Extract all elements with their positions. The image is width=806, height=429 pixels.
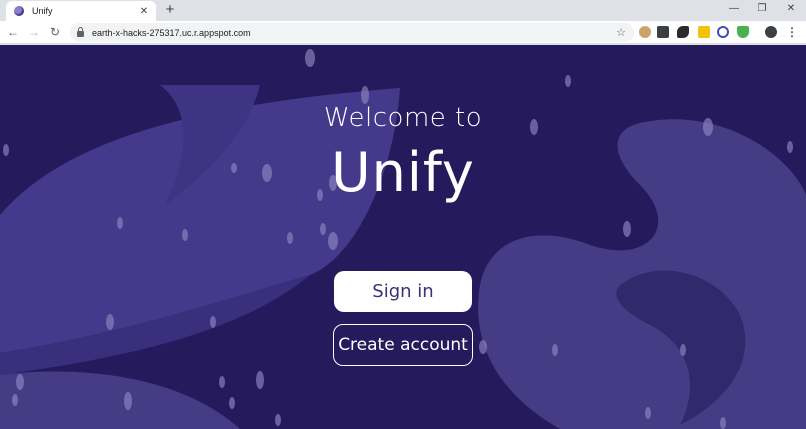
- block-icon[interactable]: [717, 26, 729, 38]
- sign-in-button[interactable]: Sign in: [334, 271, 472, 312]
- page-viewport: Welcome to Unify Sign in Create account: [0, 45, 806, 429]
- close-tab-icon[interactable]: ✕: [138, 6, 150, 17]
- bird-icon[interactable]: [677, 26, 689, 38]
- browser-tab[interactable]: Unify ✕: [6, 1, 156, 21]
- create-account-button[interactable]: Create account: [333, 324, 473, 366]
- welcome-heading: Welcome to: [323, 103, 483, 133]
- tab-strip: Unify ✕ + — ❐ ✕: [0, 0, 806, 21]
- profile-avatar[interactable]: [765, 26, 777, 38]
- bookmark-star-icon[interactable]: ☆: [616, 26, 626, 39]
- pocket-icon[interactable]: [657, 26, 669, 38]
- browser-menu-icon[interactable]: ⋮: [786, 24, 798, 40]
- shield-icon[interactable]: [737, 26, 749, 38]
- hero: Welcome to Unify Sign in Create account: [0, 45, 806, 429]
- new-tab-icon[interactable]: +: [162, 2, 178, 18]
- address-url[interactable]: earth-x-hacks-275317.uc.r.appspot.com: [92, 28, 616, 38]
- forward-icon[interactable]: →: [26, 24, 42, 40]
- reload-icon[interactable]: ↻: [47, 24, 63, 40]
- brand-title: Unify: [331, 141, 475, 204]
- cookie-icon[interactable]: [639, 26, 651, 38]
- unify-favicon-icon: [14, 6, 24, 16]
- browser-toolbar: ← → ↻ earth-x-hacks-275317.uc.r.appspot.…: [0, 21, 806, 44]
- back-icon[interactable]: ←: [5, 24, 21, 40]
- minimize-icon[interactable]: —: [720, 1, 748, 17]
- tab-title: Unify: [32, 6, 53, 16]
- restore-icon[interactable]: ❐: [748, 1, 776, 17]
- window-close-icon[interactable]: ✕: [777, 1, 805, 17]
- address-bar[interactable]: earth-x-hacks-275317.uc.r.appspot.com ☆: [70, 23, 634, 42]
- sticky-note-icon[interactable]: [698, 26, 710, 38]
- lock-icon: [77, 26, 84, 37]
